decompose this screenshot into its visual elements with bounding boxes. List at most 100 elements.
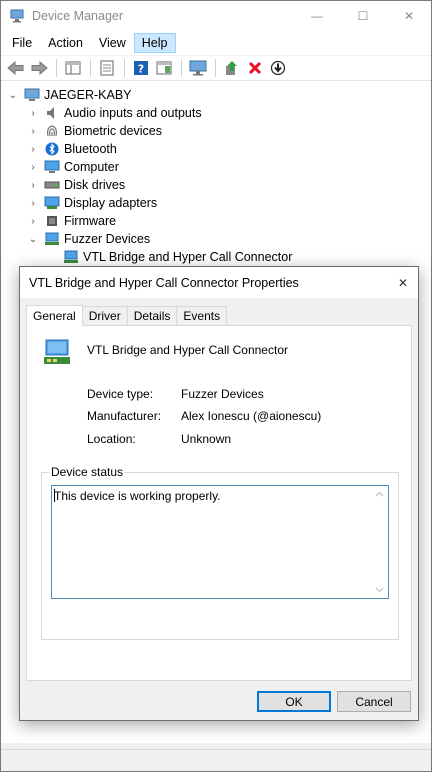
- tree-root-label: JAEGER-KABY: [44, 88, 132, 102]
- minimize-icon: —: [311, 9, 323, 23]
- expand-icon[interactable]: ›: [27, 108, 39, 119]
- uninstall-device-button[interactable]: [244, 57, 266, 79]
- toolbar: ?: [1, 55, 431, 81]
- bluetooth-icon: [44, 141, 60, 157]
- toolbar-separator: [56, 59, 57, 77]
- collapse-icon[interactable]: ⌄: [7, 90, 19, 101]
- device-manager-app-icon: [10, 9, 24, 23]
- menu-bar: File Action View Help: [1, 31, 431, 55]
- update-driver-icon: [226, 61, 237, 75]
- help-icon: ?: [134, 61, 148, 76]
- device-type-value: Fuzzer Devices: [181, 387, 264, 401]
- title-bar: Device Manager — ☐ ✕: [1, 1, 431, 31]
- maximize-button[interactable]: ☐: [340, 1, 386, 31]
- device-status-textbox[interactable]: This device is working properly.: [51, 485, 389, 599]
- tree-root[interactable]: ⌄ JAEGER-KABY: [7, 86, 132, 104]
- location-value: Unknown: [181, 432, 232, 446]
- toolbar-separator: [215, 59, 216, 77]
- scan-hardware-icon: [189, 60, 207, 76]
- network-device-icon: [44, 339, 70, 364]
- fingerprint-icon: [44, 123, 60, 139]
- disk-drive-icon: [44, 177, 60, 193]
- speaker-icon: [44, 105, 60, 121]
- tree-item-label: Fuzzer Devices: [64, 232, 151, 246]
- menu-help[interactable]: Help: [133, 33, 176, 53]
- show-hide-action-pane-button[interactable]: [153, 57, 175, 79]
- tree-item-label: Disk drives: [64, 178, 126, 192]
- device-status-text: This device is working properly.: [54, 489, 221, 503]
- text-caret: [54, 489, 55, 502]
- close-icon: ✕: [397, 275, 409, 290]
- toolbar-separator: [90, 59, 91, 77]
- tab-strip: General Driver Details Events: [26, 305, 228, 326]
- tree-item-computer[interactable]: › Computer: [27, 158, 119, 176]
- tab-driver[interactable]: Driver: [81, 306, 128, 325]
- dialog-title: VTL Bridge and Hyper Call Connector Prop…: [29, 276, 299, 290]
- tree-item-label: Bluetooth: [64, 142, 117, 156]
- ok-button[interactable]: OK: [257, 691, 331, 712]
- tree-item-fuzzer-devices[interactable]: ⌄ Fuzzer Devices: [27, 230, 150, 248]
- properties-button[interactable]: [96, 57, 118, 79]
- device-status-group: Device status This device is working pro…: [41, 465, 399, 640]
- show-hide-console-tree-icon: [65, 61, 81, 75]
- toolbar-separator: [124, 59, 125, 77]
- back-arrow-icon: [7, 61, 24, 75]
- firmware-chip-icon: [44, 213, 60, 229]
- forward-button[interactable]: [28, 57, 50, 79]
- properties-icon: [100, 60, 114, 76]
- expand-icon[interactable]: ›: [27, 216, 39, 227]
- tree-item-bluetooth[interactable]: › Bluetooth: [27, 140, 117, 158]
- expand-icon[interactable]: ›: [27, 126, 39, 137]
- menu-file[interactable]: File: [4, 33, 40, 53]
- toolbar-separator: [181, 59, 182, 77]
- tab-general[interactable]: General: [26, 305, 83, 326]
- device-type-label: Device type:: [87, 387, 154, 401]
- tree-item-label: Computer: [64, 160, 119, 174]
- tree-child-vtl-bridge[interactable]: VTL Bridge and Hyper Call Connector: [63, 248, 292, 266]
- tree-item-disk-drives[interactable]: › Disk drives: [27, 176, 125, 194]
- dialog-title-bar: VTL Bridge and Hyper Call Connector Prop…: [20, 267, 418, 298]
- tree-item-label: Firmware: [64, 214, 117, 228]
- disable-device-button[interactable]: [267, 57, 289, 79]
- collapse-icon[interactable]: ⌄: [27, 234, 39, 245]
- back-button[interactable]: [5, 57, 27, 79]
- monitor-icon: [44, 159, 60, 175]
- dialog-close-button[interactable]: ✕: [388, 267, 418, 298]
- location-label: Location:: [87, 432, 136, 446]
- status-bar: [1, 749, 431, 771]
- menu-view[interactable]: View: [91, 33, 134, 53]
- cancel-button[interactable]: Cancel: [337, 691, 411, 712]
- device-status-legend: Device status: [49, 465, 126, 479]
- expand-icon[interactable]: ›: [27, 180, 39, 191]
- show-hide-console-tree-button[interactable]: [62, 57, 84, 79]
- close-button[interactable]: ✕: [386, 1, 432, 31]
- expand-icon[interactable]: ›: [27, 162, 39, 173]
- help-button[interactable]: ?: [130, 57, 152, 79]
- scan-hardware-button[interactable]: [187, 57, 209, 79]
- tree-item-label: Display adapters: [64, 196, 158, 210]
- update-driver-button[interactable]: [221, 57, 243, 79]
- maximize-icon: ☐: [357, 9, 369, 23]
- computer-icon: [24, 87, 40, 103]
- expand-icon[interactable]: ›: [27, 198, 39, 209]
- minimize-button[interactable]: —: [294, 1, 340, 31]
- tree-item-label: Biometric devices: [64, 124, 162, 138]
- tree-item-firmware[interactable]: › Firmware: [27, 212, 116, 230]
- tab-details[interactable]: Details: [126, 306, 178, 325]
- uninstall-device-icon: [248, 61, 262, 75]
- menu-action[interactable]: Action: [40, 33, 91, 53]
- display-adapter-icon: [44, 195, 60, 211]
- expand-icon[interactable]: ›: [27, 144, 39, 155]
- tree-item-biometric[interactable]: › Biometric devices: [27, 122, 162, 140]
- status-scrollbar[interactable]: [371, 486, 388, 598]
- forward-arrow-icon: [31, 61, 48, 75]
- tree-child-label: VTL Bridge and Hyper Call Connector: [83, 250, 293, 264]
- tab-events[interactable]: Events: [176, 306, 228, 325]
- tree-item-display-adapters[interactable]: › Display adapters: [27, 194, 157, 212]
- show-hide-action-pane-icon: [156, 61, 172, 75]
- tree-item-audio[interactable]: › Audio inputs and outputs: [27, 104, 202, 122]
- manufacturer-label: Manufacturer:: [87, 409, 162, 423]
- close-icon: ✕: [403, 9, 415, 23]
- network-device-icon: [44, 231, 60, 247]
- tree-item-label: Audio inputs and outputs: [64, 106, 202, 120]
